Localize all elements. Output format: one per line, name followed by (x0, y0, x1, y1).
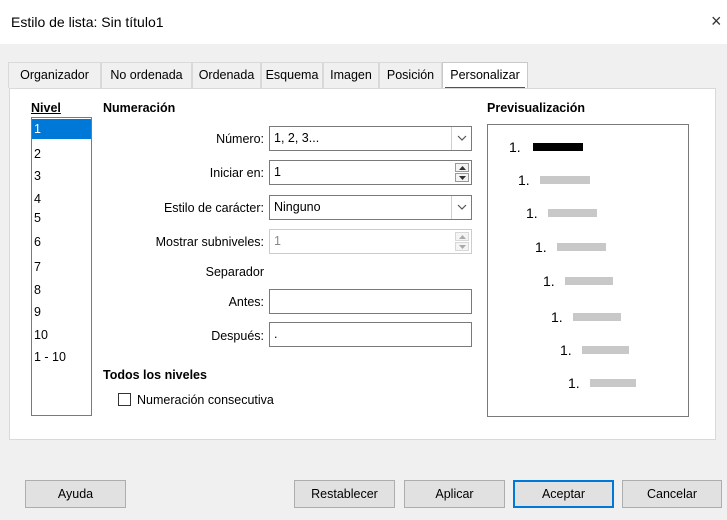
preview-pane: 1. 1. 1. 1. 1. 1. 1. 1. (487, 124, 689, 417)
tab-no-ordenada[interactable]: No ordenada (101, 62, 192, 88)
after-label: Después: (211, 329, 264, 343)
char-style-dropdown[interactable]: Ninguno (269, 195, 472, 220)
tab-personalizar[interactable]: Personalizar (442, 62, 528, 89)
tab-posicion[interactable]: Posición (379, 62, 442, 88)
list-item[interactable]: 1 - 10 (32, 347, 91, 367)
apply-button-label: Aplicar (435, 487, 474, 501)
ok-button-label: Aceptar (541, 487, 586, 501)
tab-label: No ordenada (110, 68, 183, 82)
list-item[interactable]: 4 (32, 189, 91, 209)
reset-button-label: Restablecer (311, 487, 378, 501)
start-spinner[interactable]: 1 (269, 160, 472, 185)
all-levels-header: Todos los niveles (103, 368, 207, 382)
spin-down-icon[interactable] (455, 173, 469, 182)
title-bar: Estilo de lista: Sin título1 × (0, 0, 727, 44)
preview-number: 1. (568, 375, 580, 391)
char-style-label: Estilo de carácter: (163, 201, 264, 215)
number-dropdown[interactable]: 1, 2, 3... (269, 126, 472, 151)
show-sublevels-value: 1 (274, 234, 281, 248)
tab-label: Imagen (330, 68, 372, 82)
preview-line (540, 176, 590, 184)
start-label: Iniciar en: (209, 166, 264, 180)
list-item[interactable]: 3 (32, 166, 91, 186)
help-button[interactable]: Ayuda (25, 480, 126, 508)
tab-esquema[interactable]: Esquema (261, 62, 323, 88)
level-header: Nivel (31, 101, 61, 115)
before-label: Antes: (228, 295, 264, 309)
list-item[interactable]: 1 (32, 119, 91, 139)
ok-button[interactable]: Aceptar (513, 480, 614, 508)
number-label: Número: (216, 132, 264, 146)
spin-up-icon[interactable] (455, 163, 469, 172)
window-title: Estilo de lista: Sin título1 (11, 14, 164, 30)
chevron-down-icon[interactable] (451, 196, 471, 219)
preview-line (557, 243, 606, 251)
spinner-buttons[interactable] (455, 232, 469, 251)
preview-number: 1. (551, 309, 563, 325)
list-item[interactable]: 9 (32, 302, 91, 322)
number-value: 1, 2, 3... (274, 131, 320, 145)
preview-line (573, 313, 621, 321)
consecutive-label[interactable]: Numeración consecutiva (137, 393, 274, 407)
preview-number: 1. (560, 342, 572, 358)
tab-label: Organizador (20, 68, 89, 82)
list-item[interactable]: 5 (32, 208, 91, 228)
preview-number: 1. (509, 139, 521, 155)
close-icon[interactable]: × (711, 10, 727, 32)
preview-number: 1. (535, 239, 547, 255)
reset-button[interactable]: Restablecer (294, 480, 395, 508)
preview-line (582, 346, 629, 354)
help-button-label: Ayuda (57, 487, 94, 501)
char-style-value: Ninguno (274, 200, 321, 214)
after-input[interactable]: . (269, 322, 472, 347)
tab-label: Ordenada (198, 68, 255, 82)
preview-line (533, 143, 583, 151)
list-item[interactable]: 8 (32, 280, 91, 300)
tab-label: Esquema (265, 68, 319, 82)
separator-label: Separador (205, 265, 264, 279)
apply-button[interactable]: Aplicar (404, 480, 505, 508)
tab-ordenada[interactable]: Ordenada (192, 62, 261, 88)
spinner-buttons[interactable] (455, 163, 469, 182)
after-value: . (274, 327, 278, 341)
numbering-header: Numeración (103, 101, 176, 115)
preview-header: Previsualización (487, 101, 585, 115)
spin-up-icon[interactable] (455, 232, 469, 241)
preview-line (565, 277, 613, 285)
preview-number: 1. (526, 205, 538, 221)
before-input[interactable] (269, 289, 472, 314)
start-value: 1 (274, 165, 281, 179)
tab-label: Personalizar (450, 68, 520, 82)
tab-imagen[interactable]: Imagen (323, 62, 379, 88)
chevron-down-icon[interactable] (451, 127, 471, 150)
preview-number: 1. (543, 273, 555, 289)
consecutive-checkbox[interactable] (118, 393, 131, 406)
show-sublevels-spinner[interactable]: 1 (269, 229, 472, 254)
list-item[interactable]: 2 (32, 144, 91, 164)
preview-line (548, 209, 597, 217)
show-sublevels-label: Mostrar subniveles: (155, 235, 264, 249)
spin-down-icon[interactable] (455, 242, 469, 251)
list-item[interactable]: 10 (32, 325, 91, 345)
cancel-button[interactable]: Cancelar (622, 480, 722, 508)
list-item[interactable]: 6 (32, 232, 91, 252)
tab-organizador[interactable]: Organizador (8, 62, 101, 88)
cancel-button-label: Cancelar (646, 487, 698, 501)
preview-line (590, 379, 636, 387)
preview-number: 1. (518, 172, 530, 188)
list-item[interactable]: 7 (32, 257, 91, 277)
tab-label: Posición (386, 68, 435, 82)
level-list[interactable]: 1 2 3 4 5 6 7 8 9 10 1 - 10 (31, 117, 92, 416)
